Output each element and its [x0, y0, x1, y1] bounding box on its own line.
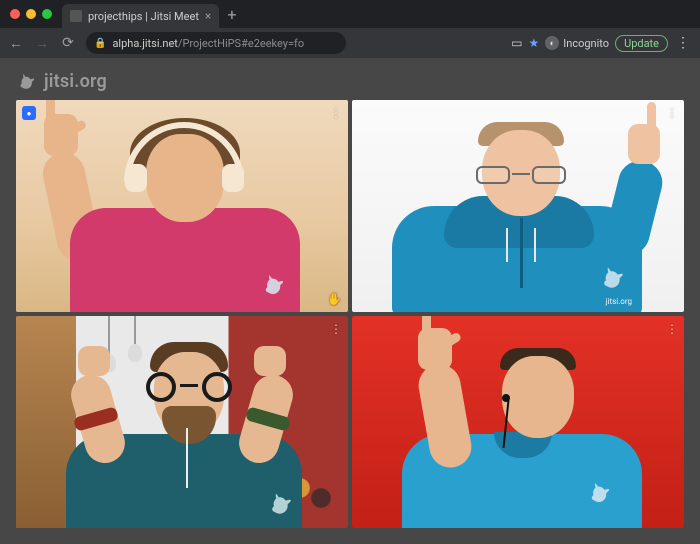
tab-title: projecthips | Jitsi Meet	[88, 10, 199, 23]
window-controls	[6, 0, 58, 28]
shirt-text: jitsi.org	[606, 297, 632, 306]
url-text: alpha.jitsi.net/ProjectHiPS#e2eekey=fo	[112, 37, 304, 50]
tile-menu-icon[interactable]: ⋮	[330, 322, 342, 336]
nav-forward-icon[interactable]: →	[34, 35, 50, 52]
bookmark-star-icon[interactable]: ★	[529, 36, 540, 50]
cast-icon[interactable]: ▭	[511, 36, 522, 50]
nav-back-icon[interactable]: ←	[8, 35, 24, 52]
video-grid: ● ⋮ ✋ jitsi.org ⋮	[16, 100, 684, 528]
update-button[interactable]: Update	[615, 35, 668, 52]
tab-favicon-icon	[70, 10, 82, 22]
url-path: /ProjectHiPS#e2eekey=fo	[178, 37, 304, 50]
incognito-label: Incognito	[563, 37, 609, 50]
url-host: alpha.jitsi.net	[112, 37, 177, 50]
participant-video	[16, 100, 348, 312]
jitsi-logo-icon	[16, 70, 38, 92]
tile-menu-icon[interactable]: ⋮	[330, 106, 342, 120]
brand-text: jitsi.org	[44, 71, 107, 92]
toolbar-right: ▭ ★ ◐ Incognito Update ⋮	[511, 35, 692, 52]
window-close-icon[interactable]	[10, 9, 20, 19]
shirt-jitsi-logo-icon	[260, 270, 288, 298]
browser-window: projecthips | Jitsi Meet × + ← → ⟳ 🔒 alp…	[0, 0, 700, 544]
window-minimize-icon[interactable]	[26, 9, 36, 19]
address-bar[interactable]: 🔒 alpha.jitsi.net/ProjectHiPS#e2eekey=fo	[86, 32, 346, 54]
tile-menu-icon[interactable]: ⋮	[666, 106, 678, 120]
shirt-jitsi-logo-icon	[586, 478, 614, 506]
jitsi-brand[interactable]: jitsi.org	[16, 70, 684, 92]
jitsi-page: jitsi.org ● ⋮ ✋	[0, 58, 700, 544]
video-tile-1[interactable]: ● ⋮ ✋	[16, 100, 348, 312]
video-tile-4[interactable]: ⋮	[352, 316, 684, 528]
tab-close-icon[interactable]: ×	[205, 10, 211, 22]
dominant-speaker-badge-icon: ●	[22, 106, 36, 120]
participant-video	[352, 316, 684, 528]
new-tab-button[interactable]: +	[219, 5, 244, 28]
menu-kebab-icon[interactable]: ⋮	[674, 35, 692, 51]
browser-tab[interactable]: projecthips | Jitsi Meet ×	[62, 4, 219, 28]
incognito-indicator[interactable]: ◐ Incognito	[545, 36, 609, 50]
shirt-jitsi-logo-icon	[266, 488, 296, 518]
tab-strip: projecthips | Jitsi Meet × +	[0, 0, 700, 28]
participant-video	[16, 316, 348, 528]
nav-reload-icon[interactable]: ⟳	[60, 35, 76, 51]
incognito-icon: ◐	[545, 36, 559, 50]
window-zoom-icon[interactable]	[42, 9, 52, 19]
video-tile-2[interactable]: jitsi.org ⋮	[352, 100, 684, 312]
shirt-jitsi-logo-icon	[598, 262, 628, 292]
raised-hand-icon: ✋	[327, 292, 342, 306]
participant-video: jitsi.org	[352, 100, 684, 312]
video-tile-3[interactable]: ⋮	[16, 316, 348, 528]
tile-menu-icon[interactable]: ⋮	[666, 322, 678, 336]
lock-icon: 🔒	[94, 38, 106, 49]
toolbar: ← → ⟳ 🔒 alpha.jitsi.net/ProjectHiPS#e2ee…	[0, 28, 700, 58]
